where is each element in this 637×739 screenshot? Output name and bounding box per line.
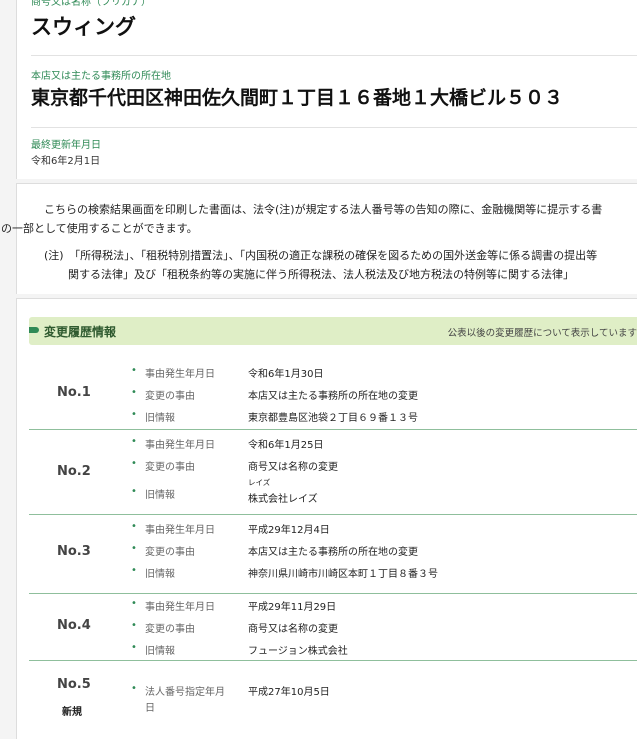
history-entry: No.4 • 事由発生年月日 平成29年11月29日 • 変更の事由 商号又は名… bbox=[29, 594, 637, 661]
bullet-icon: • bbox=[131, 486, 137, 497]
company-address: 東京都千代田区神田佐久間町１丁目１６番地１大橋ビル５０３ bbox=[31, 87, 564, 109]
history-card: 変更履歴情報 公表以後の変更履歴について表示しています No.1 • 事由発生年… bbox=[16, 298, 637, 739]
field-label: 変更の事由 bbox=[145, 624, 195, 635]
history-note: 公表以後の変更履歴について表示しています bbox=[447, 328, 637, 339]
notice-line-1: こちらの検索結果画面を印刷した書面は、法令(注)が規定する法人番号等の告知の際に… bbox=[44, 203, 603, 216]
history-entry: No.5 新規 • 法人番号指定年月 日 平成27年10月5日 bbox=[29, 661, 637, 731]
divider bbox=[31, 127, 637, 128]
bullet-icon: • bbox=[131, 409, 137, 420]
field-value: 平成29年12月4日 bbox=[248, 525, 330, 536]
entry-number: No.2 bbox=[57, 464, 91, 479]
address-label: 本店又は主たる事務所の所在地 bbox=[31, 71, 171, 82]
new-badge: 新規 bbox=[62, 707, 82, 718]
name-label: 商号又は名称（フリガナ） bbox=[31, 0, 151, 8]
entry-number: No.5 bbox=[57, 677, 91, 692]
field-label: 変更の事由 bbox=[145, 391, 195, 402]
furigana: レイズ bbox=[248, 478, 271, 487]
bullet-icon: • bbox=[131, 436, 137, 447]
divider bbox=[31, 55, 637, 56]
section-marker-icon bbox=[29, 327, 39, 333]
notice-line-2: の一部として使用することができます。 bbox=[1, 222, 198, 235]
entry-number: No.1 bbox=[57, 385, 91, 400]
field-value: 東京都豊島区池袋２丁目６９番１３号 bbox=[248, 413, 418, 424]
bullet-icon: • bbox=[131, 620, 137, 631]
field-value: 平成27年10月5日 bbox=[248, 687, 330, 698]
history-entry: No.1 • 事由発生年月日 令和6年1月30日 • 変更の事由 本店又は主たる… bbox=[29, 359, 637, 430]
field-label: 変更の事由 bbox=[145, 462, 195, 473]
note-line-1: (注) 「所得税法」、「租税特別措置法」、「内国税の適正な課税の確保を図るための… bbox=[44, 249, 598, 262]
field-value: 本店又は主たる事務所の所在地の変更 bbox=[248, 547, 418, 558]
history-title: 変更履歴情報 bbox=[44, 325, 117, 339]
field-value: 商号又は名称の変更 bbox=[248, 624, 338, 635]
field-label: 変更の事由 bbox=[145, 547, 195, 558]
bullet-icon: • bbox=[131, 387, 137, 398]
company-info-card: 商号又は名称（フリガナ） スウィング 本店又は主たる事務所の所在地 東京都千代田… bbox=[16, 0, 637, 179]
field-value: 本店又は主たる事務所の所在地の変更 bbox=[248, 391, 418, 402]
field-label: 事由発生年月日 bbox=[145, 525, 215, 536]
field-label: 旧情報 bbox=[145, 646, 175, 657]
bullet-icon: • bbox=[131, 565, 137, 576]
bullet-icon: • bbox=[131, 365, 137, 376]
field-value: 平成29年11月29日 bbox=[248, 602, 337, 613]
field-label: 法人番号指定年月 bbox=[145, 687, 225, 698]
bullet-icon: • bbox=[131, 683, 137, 694]
bullet-icon: • bbox=[131, 521, 137, 532]
company-name: スウィング bbox=[31, 15, 136, 39]
history-header: 変更履歴情報 公表以後の変更履歴について表示しています bbox=[29, 317, 637, 345]
entry-number: No.4 bbox=[57, 618, 91, 633]
field-value: 神奈川県川崎市川崎区本町１丁目８番３号 bbox=[248, 569, 438, 580]
note-line-2: 関する法律」及び「租税条約等の実施に伴う所得税法、法人税法及び地方税法の特例等に… bbox=[68, 268, 574, 281]
field-label: 旧情報 bbox=[145, 413, 175, 424]
field-label: 旧情報 bbox=[145, 569, 175, 580]
field-label: 旧情報 bbox=[145, 490, 175, 501]
entry-number: No.3 bbox=[57, 544, 91, 559]
field-label-wrap: 日 bbox=[145, 703, 155, 714]
notice-card: こちらの検索結果画面を印刷した書面は、法令(注)が規定する法人番号等の告知の際に… bbox=[1, 183, 637, 294]
updated-date: 令和6年2月1日 bbox=[31, 156, 101, 167]
updated-label: 最終更新年月日 bbox=[31, 140, 101, 151]
field-label: 事由発生年月日 bbox=[145, 440, 215, 451]
bullet-icon: • bbox=[131, 598, 137, 609]
field-value: 令和6年1月25日 bbox=[248, 440, 324, 451]
field-value: フュージョン株式会社 bbox=[248, 646, 348, 657]
history-entry: No.3 • 事由発生年月日 平成29年12月4日 • 変更の事由 本店又は主た… bbox=[29, 515, 637, 594]
history-entry: No.2 • 事由発生年月日 令和6年1月25日 • 変更の事由 商号又は名称の… bbox=[29, 430, 637, 515]
field-value: 令和6年1月30日 bbox=[248, 369, 324, 380]
bullet-icon: • bbox=[131, 642, 137, 653]
field-value: 株式会社レイズ bbox=[248, 494, 318, 505]
bullet-icon: • bbox=[131, 543, 137, 554]
bullet-icon: • bbox=[131, 458, 137, 469]
field-label: 事由発生年月日 bbox=[145, 602, 215, 613]
field-label: 事由発生年月日 bbox=[145, 369, 215, 380]
field-value: 商号又は名称の変更 bbox=[248, 462, 338, 473]
